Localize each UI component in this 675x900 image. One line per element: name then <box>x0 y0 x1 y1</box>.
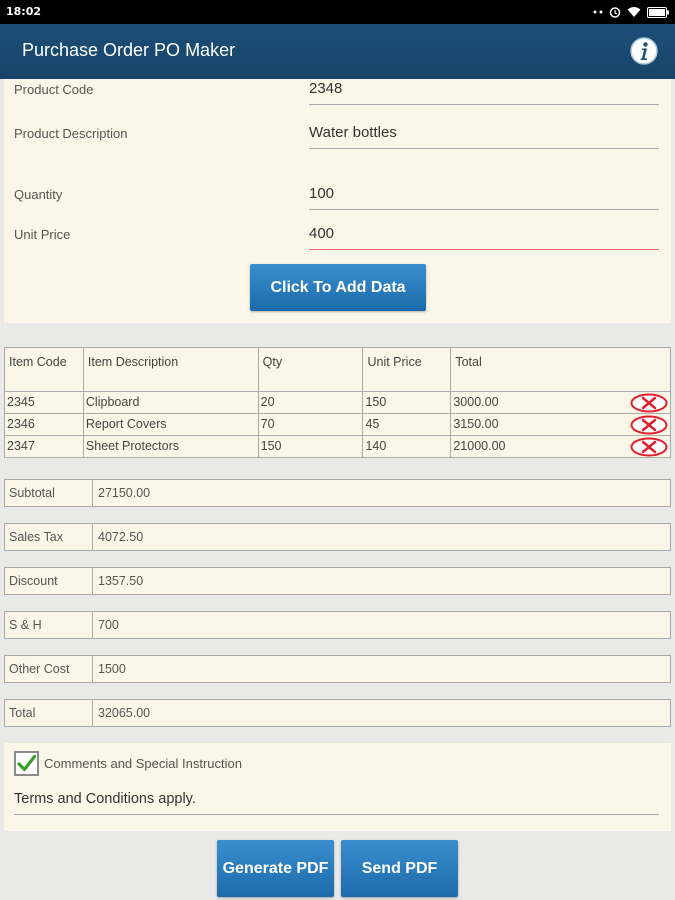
unit-price-cell: 140 <box>362 435 452 458</box>
divider <box>92 568 93 594</box>
item-description-cell: Clipboard <box>82 391 259 414</box>
unit-price-cell: 150 <box>362 391 452 414</box>
shipping-row: S & H 700 <box>4 611 671 639</box>
delete-row-icon[interactable] <box>630 415 668 435</box>
total-value: 32065.00 <box>98 706 151 720</box>
qty-cell: 70 <box>257 413 364 436</box>
delete-row-icon[interactable] <box>630 393 668 413</box>
status-time: 18:02 <box>6 5 42 18</box>
column-header: Item Description <box>82 347 259 392</box>
wifi-icon <box>627 7 641 17</box>
divider <box>92 524 93 550</box>
discount-value: 1357.50 <box>98 574 144 588</box>
product-description-field[interactable]: Water bottles <box>309 123 659 149</box>
qty-cell: 20 <box>257 391 364 414</box>
column-header: Qty <box>257 347 364 392</box>
subtotal-row: Subtotal 27150.00 <box>4 479 671 507</box>
total-cell: 3150.00 <box>450 413 671 436</box>
shipping-label: S & H <box>9 618 42 632</box>
dots-icon <box>593 10 603 14</box>
table-row: 2346 Report Covers 70 45 3150.00 <box>4 413 671 436</box>
total-row: Total 32065.00 <box>4 699 671 727</box>
quantity-field[interactable]: 100 <box>309 184 659 210</box>
app-title: Purchase Order PO Maker <box>22 40 236 60</box>
column-header: Unit Price <box>362 347 452 392</box>
total-value: 3000.00 <box>453 395 499 409</box>
item-code-cell: 2347 <box>4 435 84 458</box>
total-cell: 21000.00 <box>450 435 671 458</box>
item-description-cell: Report Covers <box>82 413 259 436</box>
product-form: Product Code 2348 Product Description Wa… <box>4 79 671 323</box>
comments-panel: Comments and Special Instruction Terms a… <box>4 743 671 831</box>
other-cost-value: 1500 <box>98 662 126 676</box>
discount-row: Discount 1357.50 <box>4 567 671 595</box>
quantity-label: Quantity <box>14 187 63 202</box>
column-header: Total <box>450 347 671 392</box>
send-pdf-button[interactable]: Send PDF <box>341 840 458 897</box>
divider <box>92 700 93 726</box>
divider <box>92 612 93 638</box>
delete-row-icon[interactable] <box>630 437 668 457</box>
info-icon[interactable] <box>629 36 659 66</box>
subtotal-label: Subtotal <box>9 486 55 500</box>
product-code-label: Product Code <box>14 82 94 97</box>
item-description-cell: Sheet Protectors <box>82 435 259 458</box>
comments-field[interactable]: Terms and Conditions apply. <box>14 791 659 815</box>
alarm-icon <box>609 7 621 18</box>
divider <box>92 480 93 506</box>
unit-price-field[interactable]: 400 <box>309 224 659 250</box>
comments-checkbox-label: Comments and Special Instruction <box>44 756 242 771</box>
other-cost-row: Other Cost 1500 <box>4 655 671 683</box>
product-code-field[interactable]: 2348 <box>309 79 659 105</box>
generate-pdf-button[interactable]: Generate PDF <box>217 840 334 897</box>
checkmark-icon <box>17 754 37 772</box>
total-value: 3150.00 <box>453 417 499 431</box>
table-row: 2347 Sheet Protectors 150 140 21000.00 <box>4 435 671 458</box>
total-cell: 3000.00 <box>450 391 671 414</box>
status-bar: 18:02 <box>0 0 675 24</box>
item-code-cell: 2346 <box>4 413 84 436</box>
sales-tax-value: 4072.50 <box>98 530 144 544</box>
column-header: Item Code <box>4 347 84 392</box>
discount-label: Discount <box>9 574 58 588</box>
table-row: 2345 Clipboard 20 150 3000.00 <box>4 391 671 414</box>
items-table: Item Code Item Description Qty Unit Pric… <box>4 347 671 458</box>
total-label: Total <box>9 706 36 720</box>
sales-tax-label: Sales Tax <box>9 530 63 544</box>
table-header-row: Item Code Item Description Qty Unit Pric… <box>4 347 671 392</box>
product-description-label: Product Description <box>14 126 128 141</box>
shipping-value: 700 <box>98 618 119 632</box>
divider <box>92 656 93 682</box>
status-icons <box>593 3 669 21</box>
battery-icon <box>647 6 669 18</box>
qty-cell: 150 <box>257 435 364 458</box>
comments-checkbox[interactable] <box>14 751 39 776</box>
unit-price-cell: 45 <box>362 413 452 436</box>
other-cost-label: Other Cost <box>9 662 70 676</box>
unit-price-label: Unit Price <box>14 227 71 242</box>
item-code-cell: 2345 <box>4 391 84 414</box>
add-data-button[interactable]: Click To Add Data <box>250 264 426 311</box>
total-value: 21000.00 <box>453 439 506 453</box>
subtotal-value: 27150.00 <box>98 486 151 500</box>
app-bar: Purchase Order PO Maker <box>0 24 675 79</box>
sales-tax-row: Sales Tax 4072.50 <box>4 523 671 551</box>
